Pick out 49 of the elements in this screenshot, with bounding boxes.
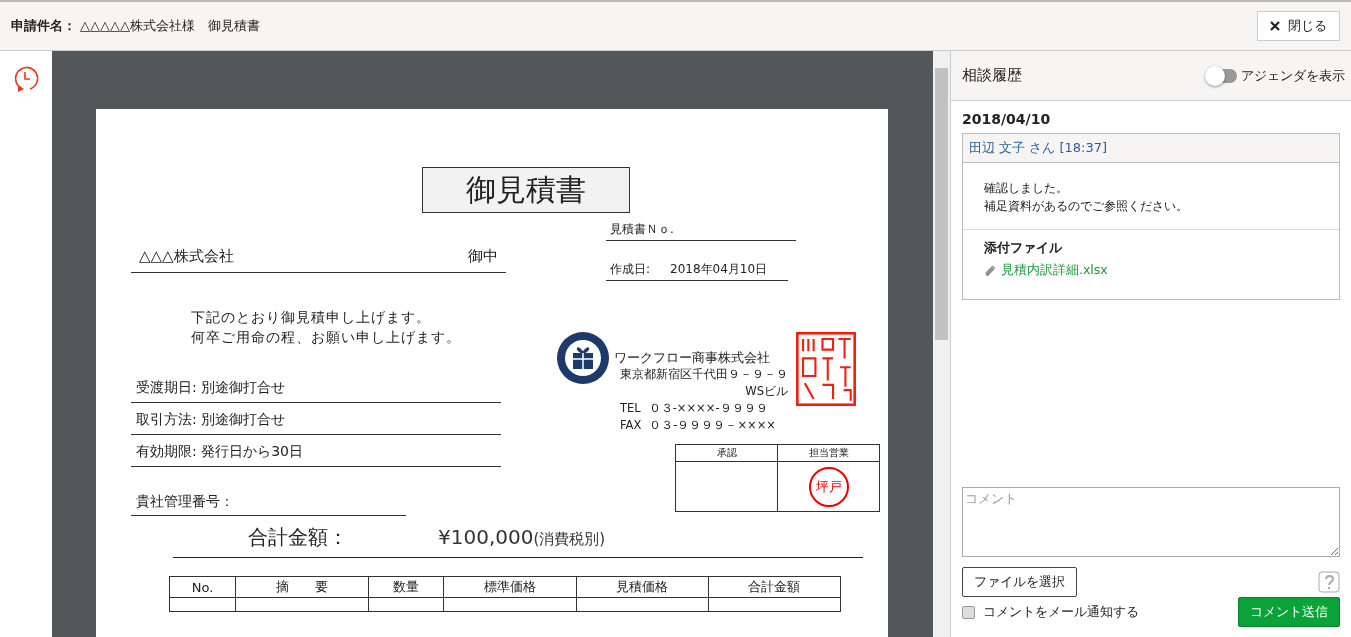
subject-text: △△△△△株式会社様 御見積書	[80, 17, 260, 35]
greeting-text: 下記のとおり御見積申し上げます。 何卒ご用命の程、お願い申し上げます。	[191, 308, 462, 347]
created-label: 作成日:	[610, 261, 651, 278]
gift-logo-icon	[556, 331, 610, 385]
close-button[interactable]: 閉じる	[1257, 11, 1340, 41]
recipient-name: △△△株式会社	[139, 247, 234, 266]
agenda-toggle[interactable]: アジェンダを表示	[1207, 66, 1345, 85]
company-building: WSビル	[745, 383, 788, 400]
total-amount: ¥100,000	[438, 525, 534, 549]
approval-header: 担当営業	[777, 444, 880, 462]
approval-header: 承認	[675, 444, 778, 462]
history-date: 2018/04/10	[962, 111, 1052, 127]
estimate-number-label: 見積書Ｎｏ.	[606, 221, 796, 241]
comment-message: 確認しました。 補足資料があるのでご参照ください。	[963, 163, 1339, 230]
company-name: ワークフロー商事株式会社	[614, 349, 771, 366]
panel-title: 相談履歴	[962, 66, 1022, 85]
history-clock-icon[interactable]	[12, 65, 40, 93]
attachment-link[interactable]: 見積内訳詳細.xlsx	[984, 262, 1318, 279]
fax-number: ０３-９９９９－××××	[649, 417, 776, 434]
mail-notify-checkbox[interactable]: コメントをメール通知する	[962, 603, 1139, 621]
paperclip-icon	[984, 264, 996, 277]
choose-file-button[interactable]: ファイルを選択	[962, 567, 1077, 597]
term-line: 取引方法: 別途御打合せ	[131, 405, 501, 435]
column-header: 標準価格	[443, 576, 577, 598]
comment-input[interactable]: コメント	[962, 487, 1340, 557]
column-header: 摘 要	[235, 576, 368, 598]
close-icon	[1270, 21, 1280, 31]
term-line: 有効期限: 発行日から30日	[131, 437, 501, 467]
created-date: 2018年04月10日	[670, 261, 768, 278]
column-header: 合計金額	[708, 576, 841, 598]
comment-author: 田辺 文子 さん [18:37]	[963, 134, 1339, 163]
client-number-label: 貴社管理番号：	[131, 487, 406, 516]
name-stamp: 坪戸	[808, 466, 849, 507]
tel-number: ０３-××××-９９９９	[648, 400, 768, 417]
subject-label: 申請件名：	[11, 17, 76, 35]
recipient-honorific: 御中	[468, 247, 498, 266]
document-title: 御見積書	[421, 167, 630, 213]
help-icon[interactable]	[1318, 571, 1340, 593]
term-line: 受渡期日: 別途御打合せ	[131, 373, 501, 403]
fax-label: FAX	[620, 417, 642, 434]
scrollbar[interactable]	[933, 51, 950, 637]
column-header: 見積価格	[576, 576, 709, 598]
total-label: 合計金額：	[248, 524, 349, 551]
company-address: 東京都新宿区千代田９－９－９	[620, 366, 788, 383]
attachments-label: 添付ファイル	[984, 240, 1063, 257]
tel-label: TEL	[620, 400, 641, 417]
column-header: 数量	[368, 576, 444, 598]
tax-note: (消費税別)	[533, 530, 606, 549]
column-header: No.	[169, 576, 236, 598]
